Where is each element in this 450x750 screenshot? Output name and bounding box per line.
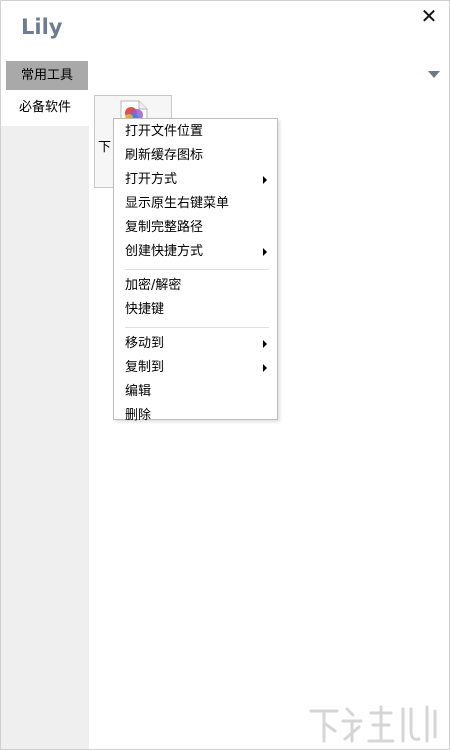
menu-item-open-with[interactable]: 打开方式 — [114, 168, 277, 192]
menu-item-edit[interactable]: 编辑 — [114, 380, 277, 404]
close-button[interactable]: ✕ — [418, 5, 440, 27]
menu-item-move-to[interactable]: 移动到 — [114, 332, 277, 356]
menu-item-encrypt-decrypt[interactable]: 加密/解密 — [114, 274, 277, 298]
menu-item-refresh-icon-cache[interactable]: 刷新缓存图标 — [114, 144, 277, 168]
context-menu: 打开文件位置 刷新缓存图标 打开方式 显示原生右键菜单 复制完整路径 创建快捷方… — [113, 118, 278, 423]
close-icon: ✕ — [420, 4, 438, 28]
sidebar-item-essential-software[interactable]: 必备软件 — [1, 90, 89, 126]
sidebar: 必备软件 — [1, 90, 89, 749]
menu-separator — [125, 327, 269, 328]
triangle-down-icon[interactable] — [428, 71, 440, 78]
site-watermark-logo — [309, 705, 437, 743]
menu-item-copy-to[interactable]: 复制到 — [114, 356, 277, 380]
menu-item-hotkey[interactable]: 快捷键 — [114, 298, 277, 322]
group-tab-common-tools[interactable]: 常用工具 — [6, 61, 88, 90]
menu-separator — [125, 269, 269, 270]
app-window: Lily ✕ 常用工具 必备软件 下 打开文件位置 刷新缓存图标 打开方式 显示… — [0, 0, 450, 750]
submenu-arrow-icon — [263, 364, 267, 372]
submenu-arrow-icon — [263, 340, 267, 348]
submenu-arrow-icon — [263, 176, 267, 184]
menu-item-copy-full-path[interactable]: 复制完整路径 — [114, 216, 277, 240]
app-title: Lily — [21, 15, 63, 39]
menu-item-show-native-context-menu[interactable]: 显示原生右键菜单 — [114, 192, 277, 216]
menu-item-create-shortcut[interactable]: 创建快捷方式 — [114, 240, 277, 264]
menu-item-open-file-location[interactable]: 打开文件位置 — [114, 120, 277, 144]
group-header-bar: 常用工具 — [1, 61, 449, 90]
menu-item-delete[interactable]: 删除 — [114, 404, 277, 428]
file-label: 下 — [98, 140, 112, 155]
submenu-arrow-icon — [263, 248, 267, 256]
